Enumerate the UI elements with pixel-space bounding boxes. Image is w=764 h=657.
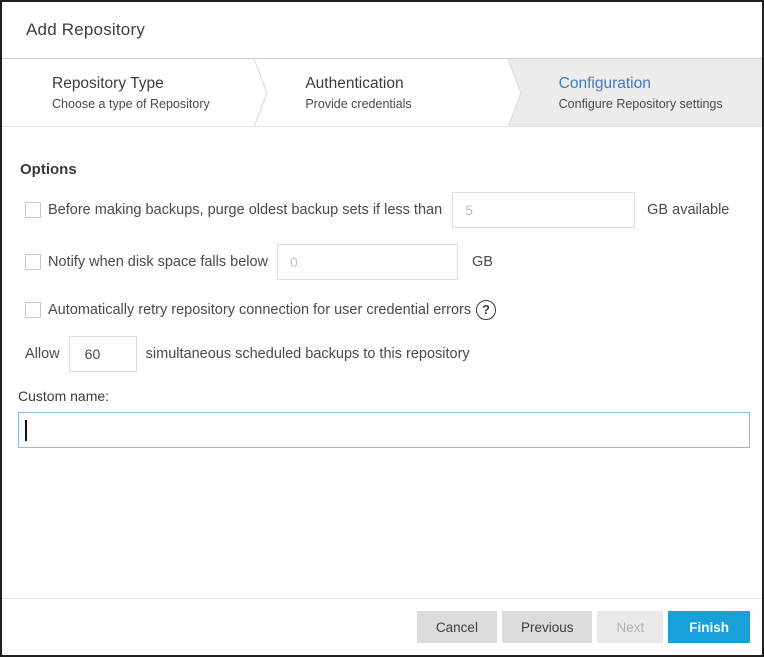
retry-option-row: Automatically retry repository connectio… bbox=[25, 300, 746, 320]
allow-option-row: Allow simultaneous scheduled backups to … bbox=[25, 336, 746, 372]
custom-name-input[interactable] bbox=[18, 412, 750, 448]
text-caret bbox=[25, 419, 27, 441]
next-button[interactable]: Next bbox=[597, 611, 664, 643]
notify-option-row: Notify when disk space falls below GB bbox=[25, 244, 746, 280]
custom-name-label: Custom name: bbox=[18, 388, 110, 404]
chevron-right-icon bbox=[507, 59, 522, 127]
step-authentication[interactable]: Authentication Provide credentials bbox=[255, 59, 509, 126]
options-heading: Options bbox=[20, 161, 77, 178]
allow-suffix: simultaneous scheduled backups to this r… bbox=[145, 346, 470, 362]
step-title: Authentication bbox=[305, 74, 404, 92]
step-subtitle: Choose a type of Repository bbox=[52, 96, 210, 111]
notify-threshold-input[interactable] bbox=[277, 244, 459, 280]
purge-checkbox[interactable] bbox=[25, 202, 41, 218]
previous-button[interactable]: Previous bbox=[501, 611, 593, 643]
purge-suffix: GB available bbox=[647, 202, 730, 218]
dialog-header: Add Repository bbox=[2, 2, 762, 59]
step-title: Configuration bbox=[558, 74, 651, 92]
notify-checkbox[interactable] bbox=[25, 254, 41, 270]
cancel-button[interactable]: Cancel bbox=[416, 611, 497, 643]
purge-threshold-input[interactable] bbox=[452, 192, 636, 228]
purge-option-row: Before making backups, purge oldest back… bbox=[25, 192, 746, 228]
dialog-title: Add Repository bbox=[26, 20, 146, 39]
step-configuration[interactable]: Configuration Configure Repository setti… bbox=[508, 59, 762, 126]
notify-label: Notify when disk space falls below bbox=[48, 254, 269, 270]
finish-button[interactable]: Finish bbox=[668, 611, 750, 643]
chevron-right-icon bbox=[254, 59, 268, 127]
dialog-footer: Cancel Previous Next Finish bbox=[2, 598, 762, 655]
step-repository-type[interactable]: Repository Type Choose a type of Reposit… bbox=[2, 59, 256, 126]
configuration-panel: Options Before making backups, purge old… bbox=[2, 161, 762, 448]
step-subtitle: Provide credentials bbox=[305, 96, 412, 111]
purge-label: Before making backups, purge oldest back… bbox=[48, 202, 443, 218]
notify-suffix: GB bbox=[472, 254, 493, 270]
help-icon[interactable]: ? bbox=[476, 300, 497, 320]
wizard-steps: Repository Type Choose a type of Reposit… bbox=[2, 59, 762, 127]
add-repository-dialog: Add Repository Repository Type Choose a … bbox=[0, 0, 764, 657]
simultaneous-backups-input[interactable] bbox=[68, 336, 137, 372]
step-subtitle: Configure Repository settings bbox=[558, 96, 723, 111]
step-title: Repository Type bbox=[52, 74, 164, 92]
allow-prefix: Allow bbox=[25, 346, 60, 362]
retry-label: Automatically retry repository connectio… bbox=[48, 302, 472, 318]
retry-checkbox[interactable] bbox=[25, 302, 41, 318]
